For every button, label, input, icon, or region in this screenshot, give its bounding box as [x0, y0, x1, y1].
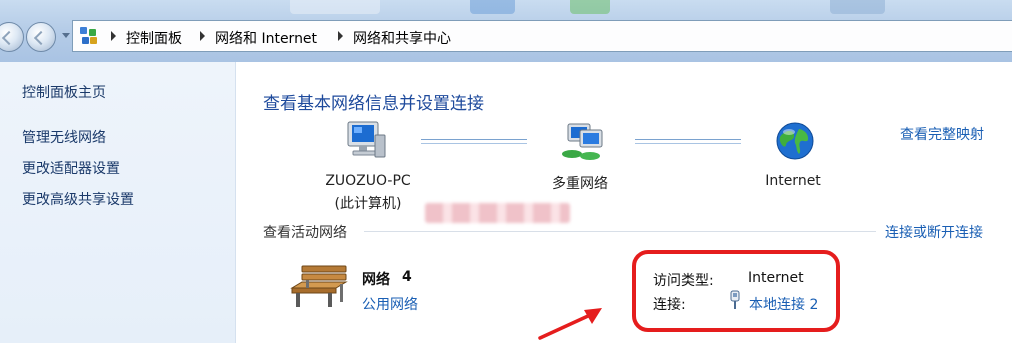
manage-wireless-link[interactable]: 管理无线网络: [22, 127, 106, 147]
network-number: 4: [402, 269, 412, 285]
bench-icon[interactable]: [288, 260, 350, 310]
page-title: 查看基本网络信息并设置连接: [263, 94, 484, 114]
address-bar-area: 控制面板 网络和 Internet 网络和共享中心: [0, 0, 1012, 62]
breadcrumb-separator-icon[interactable]: [338, 31, 343, 41]
computer-name-label: ZUOZUO-PC: [325, 173, 411, 189]
breadcrumb-network-internet[interactable]: 网络和 Internet: [215, 28, 317, 48]
annotation-arrow-icon: [538, 308, 602, 340]
taskbar-thumbnail: [570, 0, 610, 14]
highlight-box: [632, 250, 840, 332]
computer-icon[interactable]: [345, 121, 387, 161]
multiple-networks-icon[interactable]: [560, 122, 606, 162]
forward-button[interactable]: [26, 22, 56, 52]
taskbar-thumbnail: [830, 0, 885, 14]
network-name: 网络: [362, 272, 390, 288]
multiple-networks-label: 多重网络: [552, 176, 608, 192]
back-button[interactable]: [0, 22, 24, 52]
change-adapter-settings-link[interactable]: 更改适配器设置: [22, 158, 120, 178]
breadcrumb-control-panel[interactable]: 控制面板: [126, 28, 182, 48]
control-panel-icon: [80, 27, 98, 45]
taskbar-thumbnail: [290, 0, 380, 14]
change-advanced-sharing-link[interactable]: 更改高级共享设置: [22, 189, 134, 209]
internet-label: Internet: [765, 173, 821, 189]
breadcrumb-separator-icon[interactable]: [111, 31, 116, 41]
redacted-area: [425, 203, 570, 223]
internet-globe-icon[interactable]: [775, 121, 815, 161]
map-connection-line: [635, 143, 741, 144]
public-network-link[interactable]: 公用网络: [362, 294, 418, 314]
breadcrumb-sharing-center[interactable]: 网络和共享中心: [353, 28, 451, 48]
control-panel-home-link[interactable]: 控制面板主页: [22, 82, 106, 102]
section-divider: [364, 231, 876, 232]
connect-disconnect-link[interactable]: 连接或断开连接: [885, 222, 983, 242]
map-connection-line: [421, 139, 527, 140]
map-connection-line: [635, 139, 741, 140]
computer-sub-label: (此计算机): [334, 196, 402, 212]
active-networks-title: 查看活动网络: [263, 225, 347, 241]
breadcrumb-separator-icon[interactable]: [200, 31, 205, 41]
taskbar-thumbnail: [470, 0, 515, 14]
map-connection-line: [421, 143, 527, 144]
address-bar[interactable]: 控制面板 网络和 Internet 网络和共享中心: [72, 20, 1012, 52]
history-dropdown-icon[interactable]: [62, 33, 70, 38]
view-full-map-link[interactable]: 查看完整映射: [900, 124, 984, 144]
